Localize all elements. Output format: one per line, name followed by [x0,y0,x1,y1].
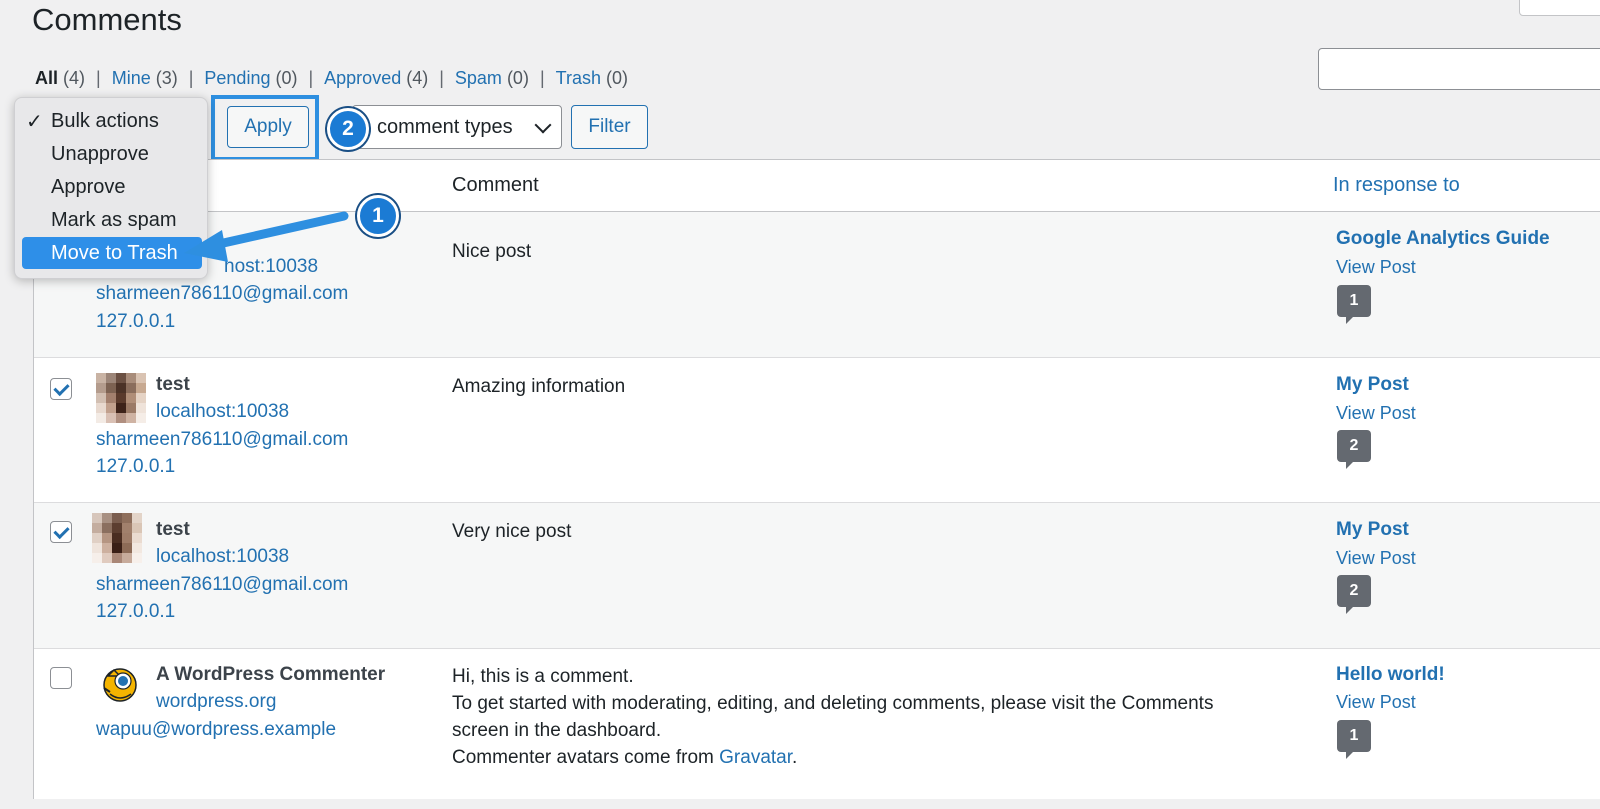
comment-bubble-icon[interactable]: 2 [1337,575,1371,614]
response-post-link[interactable]: My Post [1336,519,1409,541]
view-post-link[interactable]: View Post [1336,548,1416,569]
author-url-link[interactable]: wordpress.org [156,691,276,713]
comment-line: To get started with moderating, editing,… [452,693,1214,714]
comment-bubble-icon[interactable]: 2 [1337,430,1371,469]
wapuu-avatar-icon [103,668,137,702]
view-pending-link[interactable]: Pending [204,68,270,89]
author-email-link[interactable]: wapuu@wordpress.example [96,719,336,741]
view-trash-count: (0) [605,68,628,88]
screen-options-button[interactable] [1519,0,1600,16]
table-row: test localhost:10038 sharmeen786110@gmai… [34,358,1600,503]
search-input[interactable] [1318,48,1600,90]
row-checkbox[interactable] [50,378,72,400]
menu-item-bulk-actions[interactable]: ✓ Bulk actions [22,105,202,137]
avatar-image [92,513,142,563]
author-name: test [156,374,190,395]
view-all-link[interactable]: All [35,68,58,89]
menu-item-label: Bulk actions [51,109,159,132]
comment-type-value: comment types [377,115,513,138]
view-spam-count: (0) [506,68,529,88]
comment-text: Very nice post [452,521,572,542]
step-1-badge: 1 [357,195,399,237]
comment-bubble-icon[interactable]: 1 [1337,285,1371,324]
table-row: A WordPress Commenter wordpress.org wapu… [34,649,1600,809]
step-2-badge: 2 [327,108,369,150]
table-row: test localhost:10038 sharmeen786110@gmai… [34,503,1600,649]
menu-item-unapprove[interactable]: Unapprove [22,138,202,170]
view-post-link[interactable]: View Post [1336,692,1416,713]
comment-type-select[interactable]: comment types [352,105,562,149]
view-all-count: (4) [63,68,86,88]
author-ip-link[interactable]: 127.0.0.1 [96,601,175,623]
comment-line-text: Commenter avatars come from [452,747,714,768]
comment-text: Nice post [452,241,532,262]
row-checkbox[interactable] [50,521,72,543]
view-spam-link[interactable]: Spam [455,68,502,89]
author-email-link[interactable]: sharmeen786110@gmail.com [96,429,348,451]
author-name: test [156,519,190,540]
filter-button[interactable]: Filter [571,105,648,149]
chevron-down-icon [534,116,552,134]
author-email-link[interactable]: sharmeen786110@gmail.com [96,283,348,305]
view-trash-link[interactable]: Trash [556,68,601,89]
view-pending-count: (0) [275,68,298,88]
response-post-link[interactable]: My Post [1336,374,1409,396]
menu-item-approve[interactable]: Approve [22,171,202,203]
comment-bubble-icon[interactable]: 1 [1337,720,1371,759]
view-approved-link[interactable]: Approved [324,68,401,89]
apply-button[interactable]: Apply [227,106,309,148]
author-ip-link[interactable]: 127.0.0.1 [96,456,175,478]
separator: | [439,68,444,88]
arrow-annotation-icon [184,211,349,262]
comment-text: Hi, this is a comment. To get started wi… [452,663,1213,771]
comment-text: Amazing information [452,376,626,397]
gravatar-link[interactable]: Gravatar [719,747,792,768]
column-comment: Comment [452,174,539,196]
view-post-link[interactable]: View Post [1336,403,1416,424]
view-post-link[interactable]: View Post [1336,257,1416,278]
response-post-link[interactable]: Google Analytics Guide [1336,228,1550,250]
checkmark-icon: ✓ [26,110,43,133]
author-url-link[interactable]: localhost:10038 [156,546,289,568]
response-post-link[interactable]: Hello world! [1336,664,1445,686]
comment-line-end: . [792,747,798,768]
comment-line: screen in the dashboard. [452,720,662,741]
view-mine-count: (3) [155,68,178,88]
column-in-response-to[interactable]: In response to [1333,174,1460,197]
author-ip-link[interactable]: 127.0.0.1 [96,311,175,333]
separator: | [539,68,545,88]
author-email-link[interactable]: sharmeen786110@gmail.com [96,574,348,596]
view-approved-count: (4) [406,68,429,88]
author-name: A WordPress Commenter [156,664,386,685]
separator: | [308,68,314,88]
row-checkbox[interactable] [50,667,72,689]
author-url-link[interactable]: localhost:10038 [156,401,289,423]
view-mine-link[interactable]: Mine [112,68,151,89]
separator: | [96,68,101,88]
avatar-image [96,373,146,423]
comment-line: Commenter avatars come from Gravatar. [452,744,1213,771]
page-title: Comments [32,2,182,37]
separator: | [188,68,194,88]
comment-line: Hi, this is a comment. [452,666,634,687]
comment-status-filters: All (4) | Mine (3) | Pending (0) | Approved… [35,68,628,89]
